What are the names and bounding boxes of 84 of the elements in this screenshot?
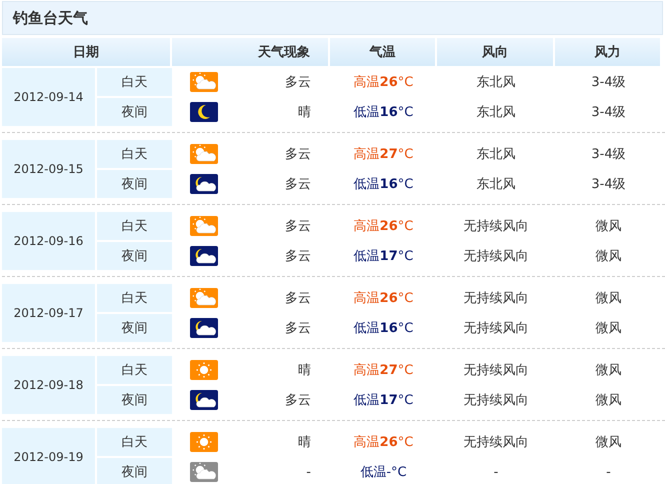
wind-direction-text: 东北风 xyxy=(476,74,516,91)
moon-cloud-icon xyxy=(190,246,218,266)
wind-force-text: 微风 xyxy=(594,434,622,451)
temperature-text: 低温16°C xyxy=(354,177,414,192)
wind-direction-text: 无持续风向 xyxy=(462,320,530,337)
weather-text: 多云 xyxy=(285,74,311,91)
wind-force-text: 微风 xyxy=(594,248,622,265)
wind-direction-text: 无持续风向 xyxy=(462,290,530,307)
temperature-text: 低温17°C xyxy=(354,393,414,408)
temperature-text: 低温-°C xyxy=(360,465,407,480)
period-cell: 白天 xyxy=(97,284,172,312)
wind-direction-text: - xyxy=(492,464,500,480)
wind-force-text: 3-4级 xyxy=(590,176,627,193)
column-header: 风向 xyxy=(437,38,555,66)
sun-cloud-icon xyxy=(190,288,218,308)
temperature-text: 高温26°C xyxy=(354,435,414,450)
wind-direction-text: 无持续风向 xyxy=(462,218,530,235)
sun-cloud-icon xyxy=(190,144,218,164)
weather-text: 多云 xyxy=(285,176,311,193)
period-cell: 白天 xyxy=(97,428,172,456)
date-cell: 2012-09-14 xyxy=(2,68,95,126)
column-header: 气温 xyxy=(330,38,437,66)
moon-cloud-icon xyxy=(190,174,218,194)
wind-direction-text: 无持续风向 xyxy=(462,362,530,379)
wind-direction-text: 东北风 xyxy=(476,146,516,163)
wind-force-text: 微风 xyxy=(594,392,622,409)
weather-text: 多云 xyxy=(285,392,311,409)
date-cell: 2012-09-15 xyxy=(2,140,95,198)
period-cell: 夜间 xyxy=(97,386,172,414)
column-header: 日期 xyxy=(2,38,172,66)
period-cell: 夜间 xyxy=(97,170,172,198)
sun-cloud-icon xyxy=(190,216,218,236)
date-cell: 2012-09-18 xyxy=(2,356,95,414)
temperature-text: 低温16°C xyxy=(354,321,414,336)
temperature-text: 低温17°C xyxy=(354,249,414,264)
sun-icon xyxy=(190,360,218,380)
weather-text: 多云 xyxy=(285,146,311,163)
wind-direction-text: 东北风 xyxy=(476,104,516,121)
period-cell: 白天 xyxy=(97,68,172,96)
wind-direction-text: 无持续风向 xyxy=(462,392,530,409)
date-cell: 2012-09-17 xyxy=(2,284,95,342)
sun-icon xyxy=(190,432,218,452)
moon-icon xyxy=(190,102,218,122)
sun-cloud-icon xyxy=(190,462,218,482)
wind-force-text: 微风 xyxy=(594,290,622,307)
weather-text: 多云 xyxy=(285,320,311,337)
wind-force-text: 3-4级 xyxy=(590,74,627,91)
date-cell: 2012-09-19 xyxy=(2,428,95,484)
wind-force-text: 微风 xyxy=(594,320,622,337)
weather-text: - xyxy=(306,464,311,480)
wind-direction-text: 无持续风向 xyxy=(462,434,530,451)
moon-cloud-icon xyxy=(190,390,218,410)
temperature-text: 高温27°C xyxy=(354,363,414,378)
page-title: 钓鱼台天气 xyxy=(13,8,88,28)
period-cell: 白天 xyxy=(97,140,172,168)
temperature-text: 低温16°C xyxy=(354,105,414,120)
sun-cloud-icon xyxy=(190,72,218,92)
date-cell: 2012-09-16 xyxy=(2,212,95,270)
weather-text: 多云 xyxy=(285,248,311,265)
column-header: 风力 xyxy=(555,38,662,66)
period-cell: 夜间 xyxy=(97,242,172,270)
wind-direction-text: 东北风 xyxy=(476,176,516,193)
wind-force-text: 微风 xyxy=(594,362,622,379)
period-cell: 夜间 xyxy=(97,98,172,126)
weather-text: 晴 xyxy=(298,104,311,121)
wind-force-text: - xyxy=(605,464,612,480)
temperature-text: 高温26°C xyxy=(354,219,414,234)
weather-text: 晴 xyxy=(298,362,311,379)
column-header: 天气现象 xyxy=(172,38,330,66)
wind-force-text: 3-4级 xyxy=(590,104,627,121)
temperature-text: 高温26°C xyxy=(354,291,414,306)
weather-text: 晴 xyxy=(298,434,311,451)
temperature-text: 高温26°C xyxy=(354,75,414,90)
wind-force-text: 微风 xyxy=(594,218,622,235)
wind-force-text: 3-4级 xyxy=(590,146,627,163)
period-cell: 夜间 xyxy=(97,314,172,342)
period-cell: 白天 xyxy=(97,356,172,384)
wind-direction-text: 无持续风向 xyxy=(462,248,530,265)
weather-text: 多云 xyxy=(285,218,311,235)
period-cell: 白天 xyxy=(97,212,172,240)
temperature-text: 高温27°C xyxy=(354,147,414,162)
moon-cloud-icon xyxy=(190,318,218,338)
weather-text: 多云 xyxy=(285,290,311,307)
period-cell: 夜间 xyxy=(97,458,172,484)
